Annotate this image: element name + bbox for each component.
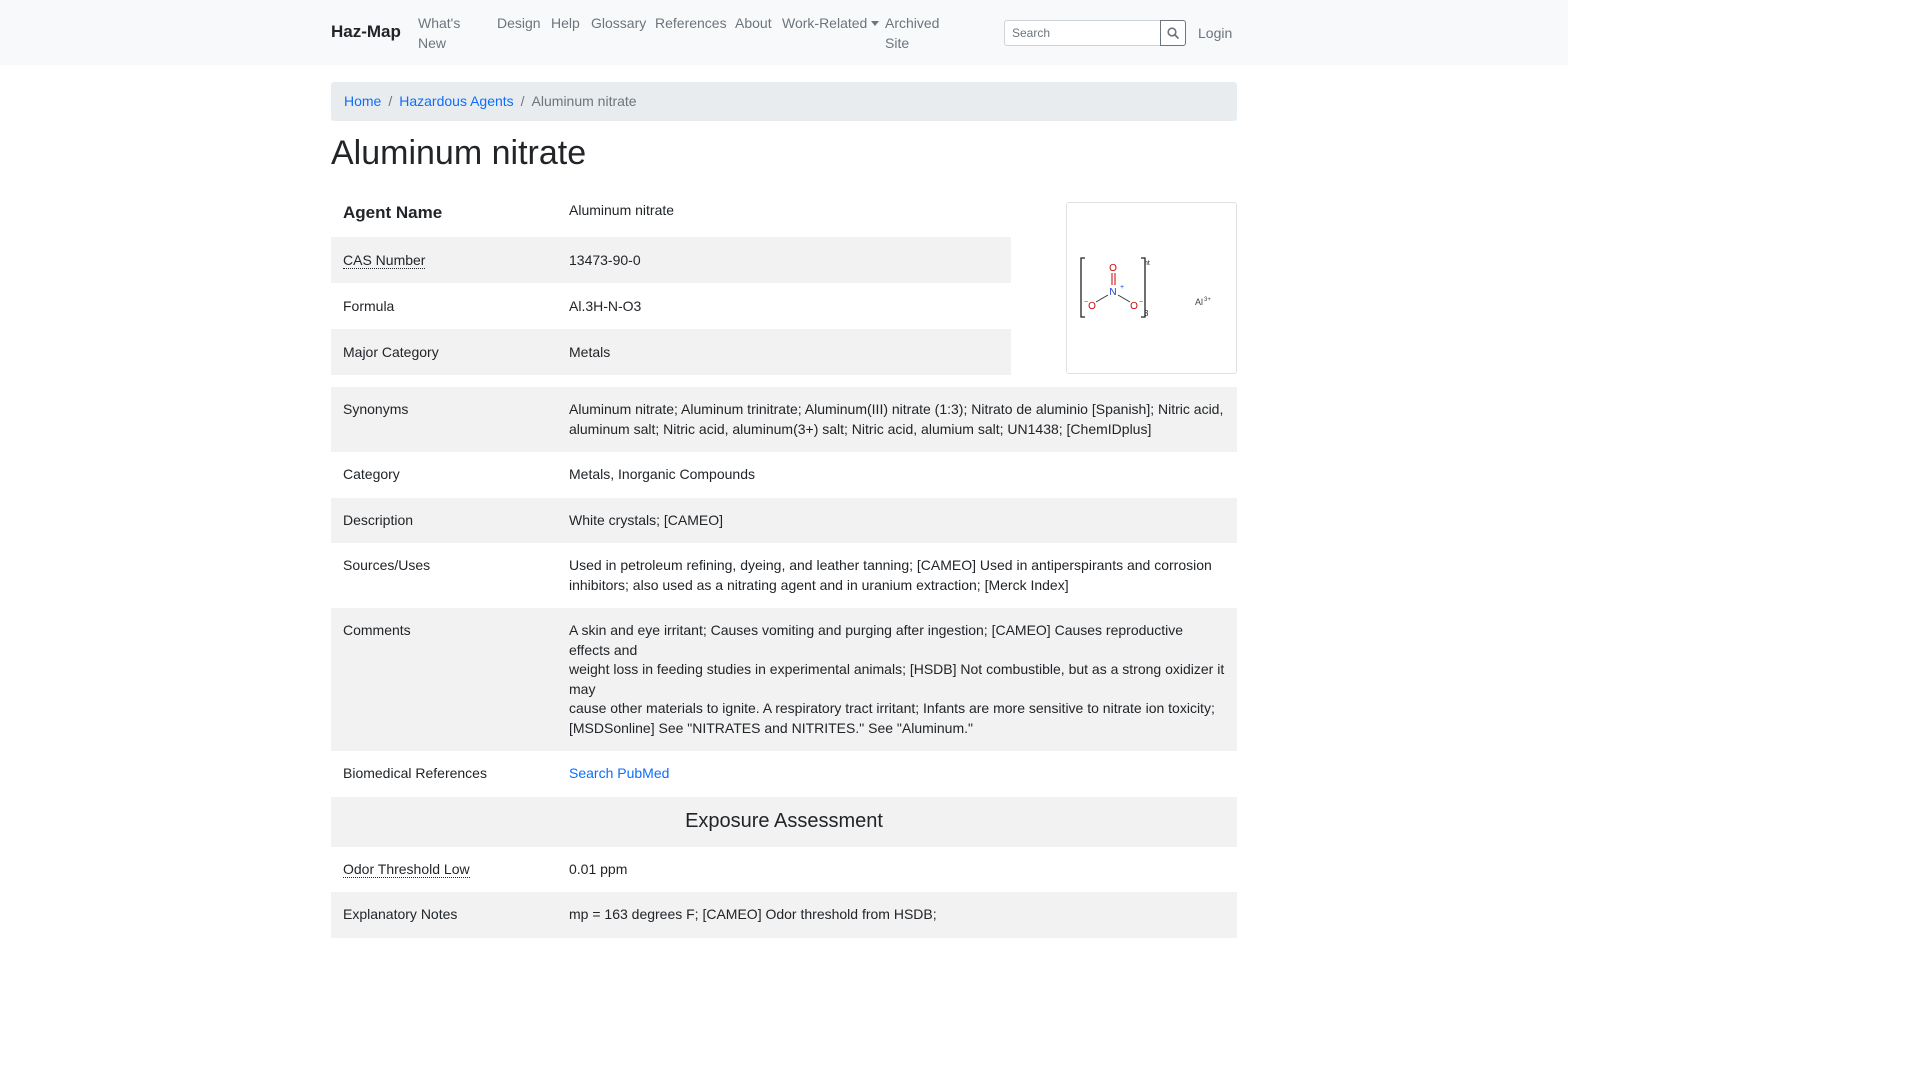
comments-label: Comments: [343, 622, 411, 638]
synonyms-value: Aluminum nitrate; Aluminum trinitrate; A…: [557, 387, 1237, 452]
search-pubmed-link[interactable]: Search PubMed: [569, 765, 669, 781]
table-row: Odor Threshold Low 0.01 ppm: [331, 847, 1237, 893]
breadcrumb-current: Aluminum nitrate: [531, 93, 637, 109]
breadcrumb-separator: /: [520, 93, 525, 109]
explanatory-notes-value: mp = 163 degrees F; [CAMEO] Odor thresho…: [569, 906, 937, 922]
odor-threshold-low-value: 0.01 ppm: [569, 860, 628, 877]
bracket-corner-label: nt: [1144, 260, 1150, 267]
nav-whats-new-line1: What's: [418, 15, 461, 31]
page-title: Aluminum nitrate: [331, 134, 587, 172]
comments-line: [MSDSonline] See "NITRATES and NITRITES.…: [569, 719, 973, 736]
formula-value: Al.3H-N-O3: [569, 298, 642, 314]
subscript-three: 3: [1144, 309, 1149, 318]
nav-whats-new[interactable]: What's New: [418, 13, 460, 53]
table-row: Major Category Metals: [331, 329, 1011, 375]
description-value: White crystals; [CAMEO]: [569, 511, 724, 528]
nav-work-related-dropdown[interactable]: Work-Related: [782, 13, 880, 33]
oxygen-left-charge: −: [1084, 299, 1088, 306]
breadcrumb-separator: /: [388, 93, 393, 109]
breadcrumb-home[interactable]: Home: [344, 93, 381, 109]
sources-uses-label: Sources/Uses: [343, 557, 431, 573]
nav-glossary[interactable]: Glossary: [591, 13, 646, 33]
caret-down-icon: [871, 21, 880, 26]
oxygen-right-charge: −: [1139, 299, 1143, 306]
cas-number-label[interactable]: CAS Number: [343, 252, 426, 269]
cas-number-value: 13473-90-0: [569, 252, 641, 268]
table-row: Formula Al.3H-N-O3: [331, 283, 1011, 329]
sources-line: inhibitors; also used as a nitrating age…: [569, 576, 1069, 593]
table-row: Agent Name Aluminum nitrate: [331, 187, 1011, 237]
nav-whats-new-line2: New: [418, 35, 447, 51]
search-button[interactable]: [1160, 20, 1186, 46]
agent-name-label: Agent Name: [343, 203, 443, 222]
sources-line: Used in petroleum refining, dyeing, and …: [569, 557, 1212, 573]
table-row: Comments A skin and eye irritant; Causes…: [331, 608, 1237, 751]
table-row: Biomedical References Search PubMed: [331, 751, 1237, 797]
nav-archived-line2: Site: [885, 35, 910, 51]
aluminum-ion: Al: [1195, 297, 1203, 307]
explanatory-notes-label: Explanatory Notes: [343, 906, 458, 922]
navbar: Haz-Map What's New Design Help Glossary …: [0, 0, 1568, 65]
major-category-label: Major Category: [343, 344, 439, 360]
molecule-diagram: O N + O − O − 3 nt Al 3+: [1080, 257, 1211, 318]
search-icon: [1167, 27, 1179, 39]
nav-archived-site[interactable]: Archived Site: [885, 13, 939, 53]
category-value: Metals, Inorganic Compounds: [569, 466, 755, 482]
nav-references[interactable]: References: [655, 13, 727, 33]
synonyms-label: Synonyms: [343, 401, 409, 417]
comments-line: cause other materials to ignite. A respi…: [569, 700, 1215, 716]
category-label: Category: [343, 466, 400, 482]
oxygen-top: O: [1109, 263, 1117, 274]
table-row: CAS Number 13473-90-0: [331, 237, 1011, 283]
table-row: Explanatory Notes mp = 163 degrees F; [C…: [331, 892, 1237, 938]
nav-work-related-label: Work-Related: [782, 15, 868, 31]
description-label: Description: [343, 511, 414, 528]
agent-name-value: Aluminum nitrate: [569, 202, 675, 218]
nav-archived-line1: Archived: [885, 15, 940, 31]
brand-link[interactable]: Haz-Map: [331, 22, 401, 42]
nitrogen-charge: +: [1120, 284, 1124, 291]
table-row: Category Metals, Inorganic Compounds: [331, 452, 1237, 498]
comments-value: A skin and eye irritant; Causes vomiting…: [557, 608, 1237, 751]
major-category-value: Metals: [569, 344, 611, 360]
nitrogen-center: N: [1109, 287, 1116, 298]
sources-uses-value: Used in petroleum refining, dyeing, and …: [557, 543, 1237, 608]
table-row: Description White crystals; [CAMEO]: [331, 497, 1237, 543]
agent-details-table: Synonyms Aluminum nitrate; Aluminum trin…: [331, 387, 1237, 938]
biomedical-references-label: Biomedical References: [343, 765, 487, 781]
breadcrumb-hazardous-agents[interactable]: Hazardous Agents: [399, 93, 513, 109]
search-input[interactable]: [1004, 20, 1161, 46]
aluminum-charge: 3+: [1204, 297, 1211, 303]
odor-threshold-low-label[interactable]: Odor Threshold Low: [343, 860, 470, 878]
chemical-structure-image: O N + O − O − 3 nt Al 3+: [1066, 202, 1237, 374]
oxygen-right: O: [1130, 301, 1138, 312]
table-row: Sources/Uses Used in petroleum refining,…: [331, 543, 1237, 608]
table-row: Synonyms Aluminum nitrate; Aluminum trin…: [331, 387, 1237, 452]
login-link[interactable]: Login: [1198, 23, 1232, 43]
breadcrumb: Home / Hazardous Agents / Aluminum nitrate: [331, 82, 1237, 121]
oxygen-left: O: [1088, 301, 1096, 312]
exposure-assessment-heading: Exposure Assessment: [331, 796, 1237, 847]
agent-summary-table: Agent Name Aluminum nitrate CAS Number 1…: [331, 187, 1011, 375]
nav-help[interactable]: Help: [551, 13, 580, 33]
nav-design[interactable]: Design: [497, 13, 541, 33]
formula-label: Formula: [343, 298, 395, 314]
synonyms-line: aluminum salt; Nitric acid, aluminum(3+)…: [569, 420, 1152, 437]
comments-line: A skin and eye irritant; Causes vomiting…: [569, 622, 1183, 658]
nav-about[interactable]: About: [735, 13, 772, 33]
comments-line: weight loss in feeding studies in experi…: [569, 661, 1225, 697]
synonyms-line: Aluminum nitrate; Aluminum trinitrate; A…: [569, 401, 1224, 417]
